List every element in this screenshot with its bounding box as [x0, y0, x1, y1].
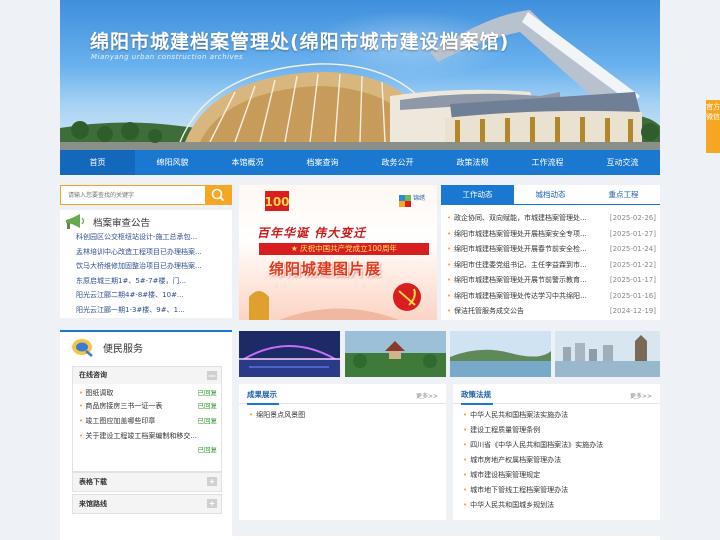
policies-more-link[interactable]: 更多>> [630, 391, 652, 400]
photo-riverside-city[interactable] [555, 331, 660, 377]
nav-item-workflow[interactable]: 工作流程 [510, 150, 585, 175]
official-wechat-button[interactable]: 官方微信 [706, 100, 720, 153]
notice-item[interactable]: 饮马大桥维修加固整治项目已办理档案... [76, 259, 226, 274]
nav-item-policies[interactable]: 政策法规 [435, 150, 510, 175]
bullet-icon: • [447, 291, 452, 300]
bullet-icon: • [447, 229, 452, 238]
route-header[interactable]: 来馆路线 + [73, 495, 221, 513]
search-box [60, 185, 232, 205]
slider-main-text: 绵阳城建图片展 [269, 260, 382, 278]
reply-status: 已回复 [197, 417, 218, 425]
policies-header: 政策法规 更多>> [453, 384, 660, 405]
notice-title: 档案审查公告 [93, 218, 151, 229]
achievements-list: • 绵阳景点风景图 [239, 404, 446, 423]
list-item[interactable]: • 城市房地产权属档案管理办法 [463, 453, 660, 468]
archive-review-notice: 档案审查公告 科创园区公交枢纽站设计-施工总承包... 孟林培训中心改造工程项目… [60, 210, 232, 318]
nav-item-home[interactable]: 首页 [60, 150, 135, 175]
collapse-icon[interactable]: — [207, 371, 217, 380]
tab-key-projects[interactable]: 重点工程 [587, 185, 660, 204]
search-icon [211, 188, 225, 202]
convenience-title: 便民服务 [103, 344, 143, 355]
search-input[interactable] [61, 186, 207, 204]
notice-item[interactable]: 阳光云江郦一期1-3#楼、9#、1... [76, 303, 226, 318]
list-item[interactable]: • 绵阳市城建档案管理处开展档案安全专项... [2025-01-27] [447, 227, 659, 243]
slider-badge: 锦绣 [413, 195, 426, 202]
photo-lake[interactable] [450, 331, 551, 377]
list-item[interactable]: • 绵阳市城建档案管理处传达学习中共绵阳... [2025-01-16] [447, 289, 659, 305]
reply-status: 已回复 [197, 446, 218, 454]
route-panel: 来馆路线 + [72, 494, 222, 514]
news-tabs: 工作动态 城档动态 重点工程 [441, 185, 660, 205]
site-title: 绵阳市城建档案管理处(绵阳市城市建设档案馆) [90, 31, 510, 53]
slider-ribbon: ★ 庆祝中国共产党成立100周年 [259, 243, 429, 255]
policies-list: • 中华人民共和国档案法实施办法 • 建设工程质量管理条例 • 四川省《中华人民共和国… [453, 404, 660, 513]
list-item[interactable]: • 绵阳市城建档案管理处开展春节前安全检... [2025-01-24] [447, 242, 659, 258]
photo-pavilion[interactable] [345, 331, 446, 377]
consult-list: • 图纸调取 已回复 • 商品房接房三书一证一表 已回复 • 竣工图应加盖哪些印章已… [73, 384, 221, 457]
svg-text:100: 100 [264, 195, 289, 209]
achievements-header: 成果展示 更多>> [239, 384, 446, 405]
list-item[interactable]: • 城市建设档案管理规定 [463, 468, 660, 483]
banner-building-illustration [60, 10, 660, 150]
nav-item-scenery[interactable]: 绵阳风貌 [135, 150, 210, 175]
list-item[interactable]: • 中华人民共和国城乡规划法 [463, 498, 660, 513]
bullet-icon: • [447, 307, 452, 315]
form-download-panel: 表格下载 + [72, 472, 222, 492]
list-item[interactable]: • 图纸调取 已回复 [79, 388, 217, 401]
tab-work-news[interactable]: 工作动态 [441, 185, 514, 204]
notice-item[interactable]: 科创园区公交枢纽站设计-施工总承包... [76, 230, 226, 245]
list-item[interactable]: • 城市地下管线工程档案管理办法 [463, 483, 660, 498]
online-consult-panel: 在线咨询 — • 图纸调取 已回复 • 商品房接房三书一证一表 已回复 • 竣工图应… [72, 366, 222, 472]
nav-item-overview[interactable]: 本馆概况 [210, 150, 285, 175]
list-item[interactable]: • 保洁托管服务成交公告 [2024-12-19] [447, 304, 659, 320]
nav-item-government-affairs[interactable]: 政务公开 [360, 150, 435, 175]
search-button[interactable] [205, 185, 231, 205]
bullet-icon: • [447, 276, 452, 284]
list-item[interactable]: • 竣工图应加盖哪些印章 已回复 [79, 416, 217, 431]
achievements-box: 成果展示 更多>> • 绵阳景点风景图 [239, 384, 446, 520]
policies-title: 政策法规 [461, 390, 493, 405]
list-item[interactable]: • 关于建设工程竣工档案编制和移交... 已回复 [79, 431, 217, 455]
featured-slider[interactable]: 100 锦绣 百年华诞 伟大变迁 ★ 庆祝中国共产党成立100周年 绵阳城建图片… [239, 185, 437, 320]
list-item[interactable]: • 四川省《中华人民共和国档案法》实施办法 [463, 438, 660, 453]
achievements-title: 成果展示 [247, 390, 279, 405]
convenience-services: 便民服务 在线咨询 — • 图纸调取 已回复 • 商品房接房三书一证一表 已回复 •… [60, 330, 232, 540]
bullet-icon: • [447, 260, 452, 269]
site-subtitle: Mianyang urban construction archives [91, 53, 244, 61]
list-item[interactable]: • 建设工程质量管理条例 [463, 423, 660, 438]
list-item[interactable]: • 商品房接房三书一证一表 已回复 [79, 401, 217, 416]
form-download-header[interactable]: 表格下载 + [73, 473, 221, 491]
banner: 绵阳市城建档案管理处(绵阳市城市建设档案馆) Mianyang urban co… [60, 0, 660, 150]
service-icon [70, 336, 96, 360]
slider-slogan: 百年华诞 伟大变迁 [257, 226, 367, 240]
expand-icon[interactable]: + [207, 499, 217, 508]
nav-item-interaction[interactable]: 互动交流 [585, 150, 660, 175]
list-item[interactable]: • 绵阳市住建委党组书记、主任李益霖到市... [2025-01-22] [447, 258, 659, 274]
notice-item[interactable]: 东原启城三期1#、5#-7#楼，门... [76, 274, 226, 289]
achievements-more-link[interactable]: 更多>> [416, 391, 438, 400]
notice-item[interactable]: 孟林培训中心改造工程项目已办理档案... [76, 245, 226, 260]
reply-status: 已回复 [197, 402, 218, 410]
online-consult-header[interactable]: 在线咨询 — [73, 367, 221, 384]
notice-item[interactable]: 阳光云江郦二期4#-8#楼、10#... [76, 288, 226, 303]
bullet-icon: • [447, 214, 452, 222]
footer-edge [60, 536, 660, 540]
bullet-icon: • [447, 245, 452, 253]
nav-item-archive-query[interactable]: 档案查询 [285, 150, 360, 175]
notice-list: 科创园区公交枢纽站设计-施工总承包... 孟林培训中心改造工程项目已办理档案..… [76, 230, 226, 318]
photo-bridge-night[interactable] [239, 331, 340, 377]
expand-icon[interactable]: + [207, 477, 217, 486]
news-panel: 工作动态 城档动态 重点工程 • 政企协同、双向赋能，市城建档案管理处... [20… [441, 185, 660, 320]
list-item[interactable]: • 绵阳景点风景图 [249, 408, 446, 423]
news-list: • 政企协同、双向赋能，市城建档案管理处... [2025-02-26] • 绵阳市城… [447, 211, 659, 320]
list-item[interactable]: • 政企协同、双向赋能，市城建档案管理处... [2025-02-26] [447, 211, 659, 227]
reply-status: 已回复 [197, 389, 218, 397]
page: 绵阳市城建档案管理处(绵阳市城市建设档案馆) Mianyang urban co… [60, 0, 660, 540]
notice-header: 档案审查公告 [60, 210, 232, 232]
list-item[interactable]: • 绵阳市城建档案管理处开展节前警示教育... [2025-01-17] [447, 273, 659, 289]
list-item[interactable]: • 中华人民共和国档案法实施办法 [463, 408, 660, 423]
main-nav: 首页 绵阳风貌 本馆概况 档案查询 政务公开 政策法规 工作流程 互动交流 [60, 150, 660, 175]
tab-archive-news[interactable]: 城档动态 [514, 185, 587, 204]
policies-box: 政策法规 更多>> • 中华人民共和国档案法实施办法 • 建设工程质量管理条例 • 四… [453, 384, 660, 520]
